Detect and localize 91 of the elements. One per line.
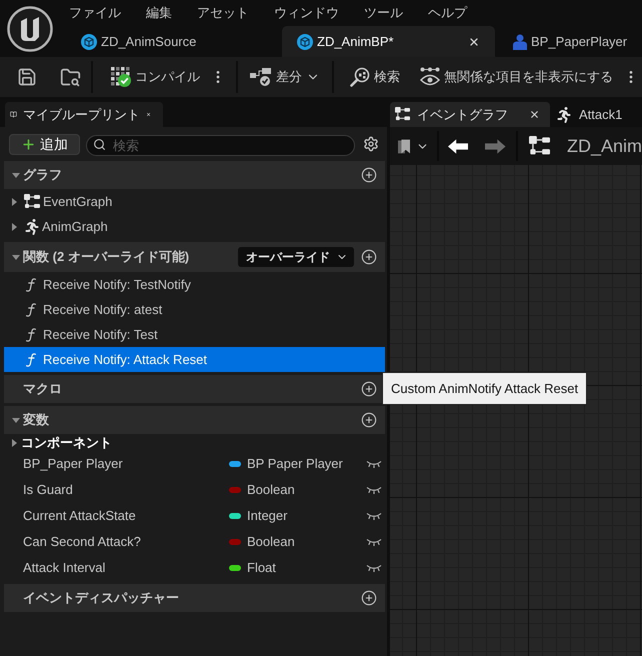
menu-item[interactable]: アセット (197, 2, 249, 22)
document-tab[interactable]: ZD_AnimSource (66, 26, 279, 57)
document-tab[interactable]: BP_PaperPlayer (498, 26, 642, 57)
function-item[interactable]: Receive Notify: TestNotify (4, 272, 385, 297)
variable-type: BP Paper Player (247, 455, 343, 474)
nodes-eye-icon (420, 67, 440, 87)
function-icon (26, 328, 36, 342)
search-icon (350, 67, 370, 87)
section-title: グラフ (23, 166, 62, 184)
breadcrumb-label[interactable]: ZD_Anim (566, 132, 642, 160)
section-title: マクロ (23, 380, 62, 398)
eye-closed-icon[interactable] (366, 460, 382, 468)
graph-item[interactable]: AnimGraph (4, 214, 385, 239)
variable-name[interactable]: BP_Paper Player (23, 454, 229, 474)
function-item[interactable]: Receive Notify: Test (4, 322, 385, 347)
function-item[interactable]: Receive Notify: atest (4, 297, 385, 322)
graph-tab[interactable]: Attack1 (552, 102, 642, 127)
category-row[interactable]: コンポーネント (4, 434, 385, 451)
variable-type: Integer (247, 507, 288, 526)
eye-closed-icon[interactable] (366, 538, 382, 546)
variable-type: Boolean (247, 533, 295, 552)
variable-type: Boolean (247, 481, 295, 500)
logo-icon[interactable] (7, 6, 53, 52)
expand-triangle-icon[interactable] (12, 438, 17, 446)
plus-icon (21, 136, 36, 152)
section-header[interactable]: 変数 (4, 406, 385, 434)
diff-button[interactable]: 差分 (248, 62, 322, 92)
section-header[interactable]: イベントディスパッチャー (4, 584, 385, 612)
running-figure-icon (25, 218, 39, 234)
graph-item[interactable]: EventGraph (4, 189, 385, 214)
section-header[interactable]: グラフ (4, 161, 385, 189)
function-icon (26, 278, 36, 292)
node-graph-icon (395, 107, 410, 122)
close-icon[interactable] (468, 36, 480, 48)
add-circle-icon[interactable] (361, 249, 377, 265)
diff-icon (250, 68, 272, 86)
section-header[interactable]: 関数 (2 オーバーライド可能) オーバーライド (4, 242, 385, 272)
add-button[interactable]: 追加 (9, 134, 80, 154)
add-circle-icon[interactable] (361, 381, 377, 397)
collapse-triangle-icon[interactable] (12, 172, 20, 178)
function-item[interactable]: Receive Notify: Attack Reset (4, 347, 385, 372)
eye-closed-icon[interactable] (366, 512, 382, 520)
function-icon (26, 302, 36, 316)
cube-icon (297, 34, 313, 50)
compile-button[interactable]: コンパイル (109, 62, 202, 92)
node-graph-icon (24, 194, 40, 210)
search-field[interactable]: 検索 (86, 134, 355, 156)
collapse-triangle-icon[interactable] (12, 254, 20, 260)
override-dropdown[interactable]: オーバーライド (238, 247, 354, 267)
close-icon[interactable] (529, 109, 540, 120)
eye-closed-icon[interactable] (366, 486, 382, 494)
bookmark-icon (398, 138, 410, 154)
forward-arrow-icon[interactable] (485, 138, 506, 154)
folder-search-icon[interactable] (60, 66, 81, 88)
menu-item[interactable]: ウィンドウ (274, 2, 339, 22)
menu-item[interactable]: ファイル (69, 2, 121, 22)
settings-icon[interactable] (363, 136, 379, 152)
add-circle-icon[interactable] (361, 412, 377, 428)
variable-type: Float (247, 559, 276, 578)
person-icon (513, 34, 527, 50)
variable-name[interactable]: Attack Interval (23, 558, 229, 578)
node-graph-icon (528, 136, 550, 156)
section-title: イベントディスパッチャー (23, 589, 179, 608)
section-title: 変数 (23, 411, 49, 430)
compile-check-icon (111, 67, 131, 87)
menu-item[interactable]: ツール (364, 2, 403, 22)
document-tab[interactable]: ZD_AnimBP* (282, 26, 495, 57)
variable-name[interactable]: Current AttackState (23, 506, 229, 526)
search-icon (93, 138, 106, 150)
section-header[interactable]: マクロ (4, 375, 385, 403)
variable-name[interactable]: Can Second Attack? (23, 532, 229, 552)
add-circle-icon[interactable] (361, 590, 377, 606)
panel-tab[interactable]: マイブループリント (5, 102, 163, 127)
save-icon[interactable] (17, 67, 37, 87)
hide-unrelated-button[interactable]: 無関係な項目を非表示にする (418, 62, 615, 92)
expand-triangle-icon[interactable] (12, 222, 17, 230)
back-arrow-icon[interactable] (448, 138, 468, 154)
menu-item[interactable]: ヘルプ (428, 2, 467, 22)
add-circle-icon[interactable] (361, 167, 377, 183)
expand-triangle-icon[interactable] (12, 198, 17, 206)
cube-icon (81, 34, 97, 50)
search-button[interactable]: 検索 (348, 62, 402, 92)
function-icon (26, 352, 36, 366)
variable-name[interactable]: Is Guard (23, 480, 229, 500)
graph-tab[interactable]: イベントグラフ (390, 102, 550, 127)
menu-item[interactable]: 編集 (146, 2, 172, 22)
section-title: 関数 (2 オーバーライド可能) (23, 248, 190, 266)
tooltip: Custom AnimNotify Attack Reset (382, 372, 588, 405)
collapse-triangle-icon[interactable] (12, 418, 20, 422)
eye-closed-icon[interactable] (366, 564, 382, 572)
running-figure-icon (557, 106, 571, 122)
